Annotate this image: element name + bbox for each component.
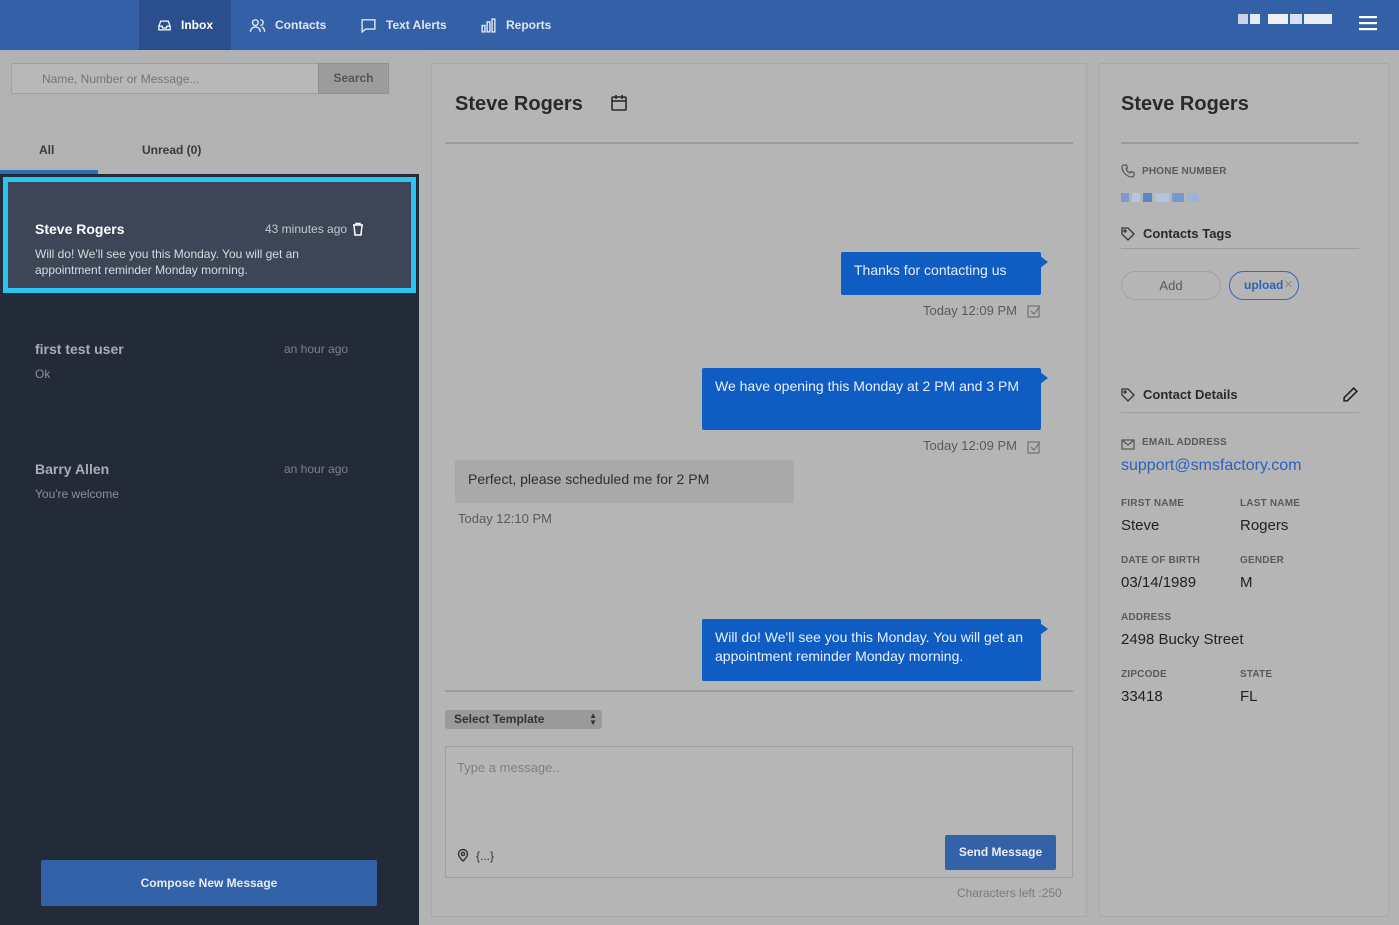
address-label: ADDRESS: [1121, 612, 1172, 623]
contact-panel: [1099, 63, 1389, 917]
message-time: Today 12:10 PM: [458, 511, 552, 526]
message-time: Today 12:09 PM: [923, 438, 1017, 453]
outgoing-message: Will do! We'll see you this Monday. You …: [702, 619, 1048, 681]
incoming-message: Perfect, please scheduled me for 2 PM: [455, 460, 794, 503]
delivered-check-icon: [1027, 441, 1041, 454]
divider: [1121, 142, 1359, 144]
gender-value: M: [1240, 574, 1253, 591]
template-select[interactable]: Select Template ▲ ▼: [445, 710, 602, 729]
divider: [1121, 412, 1359, 413]
message-placeholder: Type a message..: [457, 760, 560, 775]
conversation-name: Barry Allen: [35, 461, 110, 477]
state-label: STATE: [1240, 669, 1273, 680]
tab-all[interactable]: All: [39, 143, 54, 157]
message-time: Today 12:09 PM: [923, 303, 1017, 318]
characters-left: Characters left :250: [957, 886, 1062, 900]
phone-label: PHONE NUMBER: [1142, 166, 1227, 177]
nav-reports-label: Reports: [506, 18, 552, 32]
trash-icon[interactable]: [351, 222, 365, 236]
chat-bubble-icon: [361, 18, 376, 33]
last-name-label: LAST NAME: [1240, 498, 1301, 509]
compose-message-button[interactable]: Compose New Message: [41, 860, 377, 906]
chat-title: Steve Rogers: [455, 93, 583, 115]
divider: [445, 690, 1073, 692]
search-button[interactable]: Search: [318, 63, 389, 94]
conversation-preview: You're welcome: [35, 487, 119, 501]
bar-chart-icon: [481, 17, 496, 33]
conversation-name: Steve Rogers: [35, 221, 125, 237]
template-select-label: Select Template: [454, 712, 545, 726]
email-link[interactable]: support@smsfactory.com: [1121, 457, 1301, 475]
conversation-item[interactable]: [0, 299, 419, 419]
tag-icon: [1121, 388, 1135, 402]
outgoing-message: We have opening this Monday at 2 PM and …: [702, 368, 1048, 430]
first-name-value: Steve: [1121, 517, 1160, 534]
conversation-time: 43 minutes ago: [265, 222, 348, 236]
top-navbar: Inbox Contacts Text Alerts Reports: [0, 0, 1399, 50]
calendar-icon[interactable]: [610, 94, 628, 112]
variables-button[interactable]: {...}: [476, 849, 494, 863]
divider: [445, 142, 1073, 144]
zipcode-value: 33418: [1121, 688, 1163, 705]
nav-contacts-label: Contacts: [275, 18, 327, 32]
send-message-button[interactable]: Send Message: [945, 835, 1056, 870]
zipcode-label: ZIPCODE: [1121, 669, 1167, 680]
tab-unread[interactable]: Unread (0): [142, 143, 201, 157]
search-input[interactable]: [11, 63, 319, 94]
nav-inbox[interactable]: Inbox: [139, 0, 231, 50]
tag-icon: [1121, 227, 1135, 241]
contact-details-title: Contact Details: [1143, 387, 1238, 402]
address-value: 2498 Bucky Street: [1121, 631, 1244, 648]
nav-contacts[interactable]: Contacts: [231, 0, 344, 50]
conversation-preview: Ok: [35, 367, 51, 381]
nav-text-alerts[interactable]: Text Alerts: [342, 0, 465, 50]
first-name-label: FIRST NAME: [1121, 498, 1185, 509]
conversation-time: an hour ago: [284, 462, 349, 476]
inbox-icon: [158, 20, 171, 30]
select-arrows-icon: ▲ ▼: [589, 711, 597, 727]
conversation-time: an hour ago: [284, 342, 349, 356]
nav-text-alerts-label: Text Alerts: [386, 18, 447, 32]
mail-icon: [1121, 439, 1135, 450]
outgoing-message: Thanks for contacting us: [841, 252, 1048, 295]
add-tag-button[interactable]: Add: [1121, 271, 1221, 300]
nav-reports[interactable]: Reports: [462, 0, 569, 50]
email-label: EMAIL ADDRESS: [1142, 437, 1227, 448]
contacts-tags-title: Contacts Tags: [1143, 226, 1232, 241]
delivered-check-icon: [1027, 305, 1041, 318]
conversation-name: first test user: [35, 341, 124, 357]
contacts-icon: [249, 18, 266, 32]
divider: [1121, 248, 1359, 249]
conversation-item[interactable]: [0, 419, 419, 539]
conversation-preview: Will do! We'll see you this Monday. You …: [35, 247, 299, 277]
state-value: FL: [1240, 688, 1258, 705]
gender-label: GENDER: [1240, 555, 1284, 566]
user-account-redacted[interactable]: [1238, 14, 1332, 24]
hamburger-menu-icon[interactable]: [1359, 15, 1377, 31]
last-name-value: Rogers: [1240, 517, 1289, 534]
remove-tag-icon[interactable]: ✕: [1284, 278, 1293, 291]
contact-name: Steve Rogers: [1121, 93, 1249, 115]
dob-value: 03/14/1989: [1121, 574, 1197, 591]
tag-chip-label: upload: [1244, 278, 1284, 292]
nav-inbox-label: Inbox: [181, 18, 213, 32]
location-pin-icon[interactable]: [456, 848, 470, 862]
phone-icon: [1121, 164, 1135, 178]
edit-pencil-icon[interactable]: [1342, 386, 1359, 403]
dob-label: DATE OF BIRTH: [1121, 555, 1201, 566]
phone-number-redacted: [1121, 193, 1199, 202]
